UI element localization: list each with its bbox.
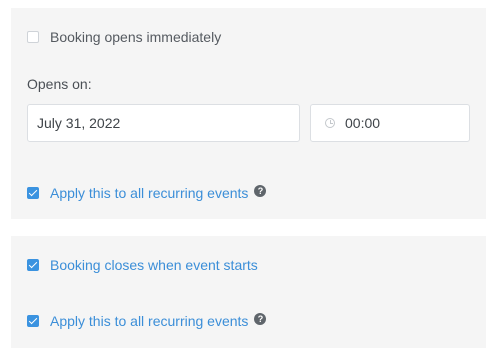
clock-icon xyxy=(325,118,335,128)
closes-when-starts-checkbox[interactable] xyxy=(27,259,39,271)
opens-on-label: Opens on: xyxy=(27,76,92,92)
closes-when-starts-row[interactable]: Booking closes when event starts xyxy=(27,257,258,273)
open-apply-recurring-checkbox[interactable] xyxy=(27,187,39,199)
opens-immediately-label[interactable]: Booking opens immediately xyxy=(50,29,221,45)
closes-when-starts-label[interactable]: Booking closes when event starts xyxy=(50,257,258,273)
close-apply-recurring-label[interactable]: Apply this to all recurring events xyxy=(50,313,248,329)
booking-open-panel: Booking opens immediately Opens on: July… xyxy=(11,8,486,219)
open-apply-recurring-label[interactable]: Apply this to all recurring events xyxy=(50,185,248,201)
open-time-input[interactable]: 00:00 xyxy=(310,104,470,142)
help-icon[interactable]: ? xyxy=(254,185,267,197)
opens-immediately-checkbox[interactable] xyxy=(27,31,39,43)
open-time-value: 00:00 xyxy=(345,115,381,131)
close-apply-recurring-row[interactable]: Apply this to all recurring events ? xyxy=(27,313,267,329)
booking-close-panel: Booking closes when event starts Apply t… xyxy=(11,236,486,348)
opens-immediately-row[interactable]: Booking opens immediately xyxy=(27,29,221,45)
open-date-input[interactable]: July 31, 2022 xyxy=(27,104,300,142)
open-date-value: July 31, 2022 xyxy=(37,115,121,131)
help-icon[interactable]: ? xyxy=(254,313,267,325)
open-apply-recurring-row[interactable]: Apply this to all recurring events ? xyxy=(27,185,267,201)
close-apply-recurring-checkbox[interactable] xyxy=(27,315,39,327)
